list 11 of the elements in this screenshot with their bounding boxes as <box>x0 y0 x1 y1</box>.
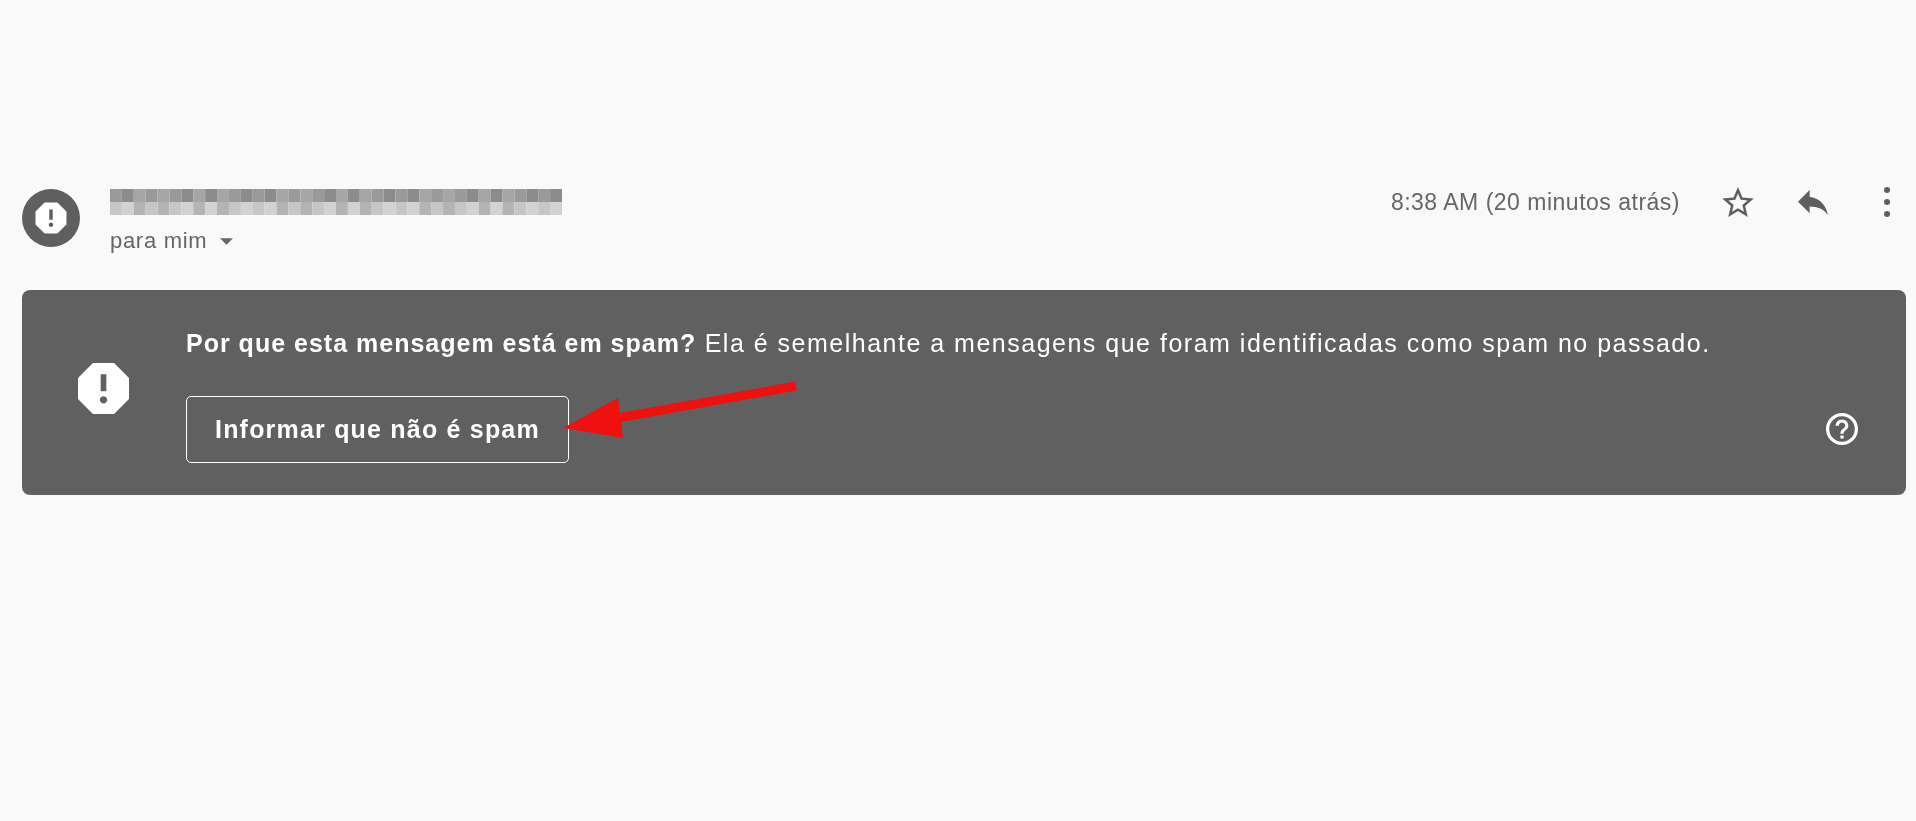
more-options-icon[interactable] <box>1884 187 1890 217</box>
message-timestamp: 8:38 AM (20 minutos atrás) <box>1390 188 1680 216</box>
star-icon[interactable] <box>1722 187 1754 217</box>
recipient-details-button[interactable]: para mim <box>110 229 234 253</box>
spam-explanation-text: Por que esta mensagem está em spam? Ela é semelhante a mensagens que foram identificadas como spam no passado. <box>186 328 1711 359</box>
help-icon[interactable] <box>1826 413 1858 445</box>
report-not-spam-button[interactable]: Informar que não é spam <box>186 396 569 463</box>
warning-octagon-icon <box>78 363 129 414</box>
reply-icon[interactable] <box>1798 189 1828 215</box>
caret-down-icon <box>220 237 234 245</box>
warning-avatar-icon <box>22 189 80 247</box>
